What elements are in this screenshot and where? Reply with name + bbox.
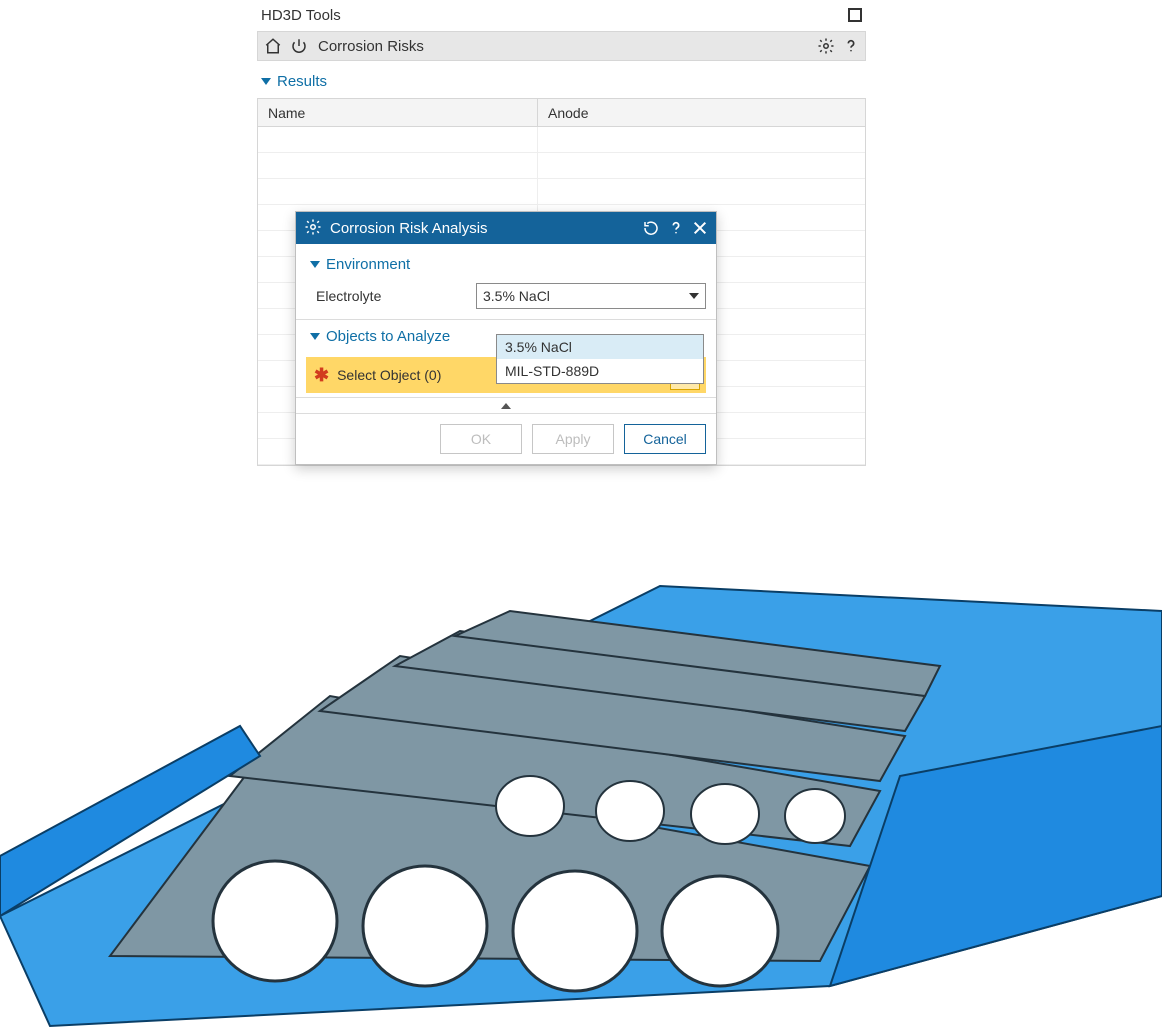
results-label: Results [277,73,327,90]
collapse-icon [310,261,320,268]
col-anode-header[interactable]: Anode [538,99,865,126]
collapse-icon [261,78,271,85]
results-header[interactable]: Results [257,69,866,94]
grid-header: Name Anode [258,99,865,127]
electrolyte-value: 3.5% NaCl [483,288,550,304]
ok-button[interactable]: OK [440,424,522,454]
dialog-buttons: OK Apply Cancel [296,413,716,464]
hd3d-title: HD3D Tools [261,7,341,24]
electrolyte-row: Electrolyte 3.5% NaCl [306,281,706,311]
home-icon[interactable] [264,37,282,55]
cad-viewport [0,556,1162,1036]
reset-icon[interactable] [642,219,660,237]
cancel-button[interactable]: Cancel [624,424,706,454]
required-asterisk-icon: ✱ [314,365,329,386]
table-row[interactable] [258,127,865,153]
corrosion-risk-dialog: Corrosion Risk Analysis Environment Elec… [295,211,717,465]
table-row[interactable] [258,179,865,205]
objects-label: Objects to Analyze [326,328,450,345]
dialog-titlebar[interactable]: Corrosion Risk Analysis [296,212,716,244]
table-row[interactable] [258,153,865,179]
electrolyte-dropdown: 3.5% NaCl MIL-STD-889D [496,334,704,384]
chevron-down-icon [689,293,699,299]
expand-bar[interactable] [296,397,716,413]
power-icon[interactable] [290,37,308,55]
dialog-title: Corrosion Risk Analysis [330,220,634,237]
dialog-body: Environment Electrolyte 3.5% NaCl Object… [296,244,716,413]
settings-icon[interactable] [817,37,835,55]
breadcrumb: Corrosion Risks [316,38,809,55]
gear-icon [304,218,322,239]
dropdown-option[interactable]: 3.5% NaCl [497,335,703,359]
electrolyte-label: Electrolyte [306,288,476,304]
hd3d-titlebar: HD3D Tools [257,3,866,31]
environment-label: Environment [326,256,410,273]
help-icon[interactable] [843,37,859,55]
hd3d-toolbar: Corrosion Risks [257,31,866,61]
apply-button[interactable]: Apply [532,424,614,454]
environment-header[interactable]: Environment [306,252,706,277]
chevron-up-icon [501,403,511,409]
divider [296,319,716,320]
collapse-icon [310,333,320,340]
maximize-icon[interactable] [848,8,862,22]
dropdown-option[interactable]: MIL-STD-889D [497,359,703,383]
close-icon[interactable] [692,220,708,236]
col-name-header[interactable]: Name [258,99,538,126]
electrolyte-combo[interactable]: 3.5% NaCl [476,283,706,309]
help-icon[interactable] [668,219,684,237]
